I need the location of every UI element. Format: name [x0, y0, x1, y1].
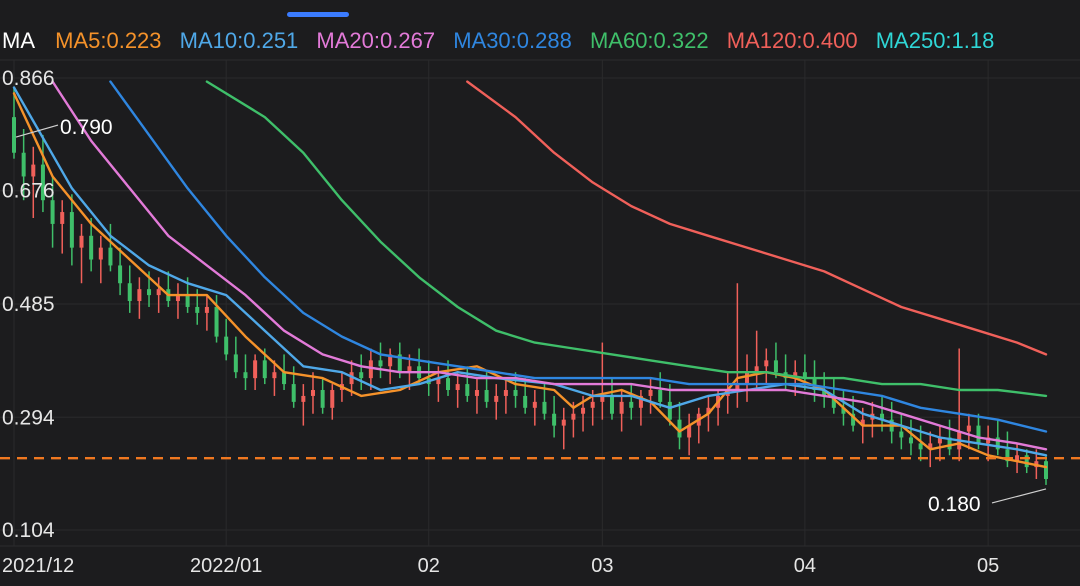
- candle-body: [474, 390, 479, 396]
- candle-body: [773, 360, 778, 373]
- candle-body: [465, 384, 470, 396]
- candle-body: [98, 247, 103, 260]
- candle-body: [532, 401, 537, 408]
- candle-body: [272, 372, 277, 379]
- candle-body: [291, 384, 296, 402]
- min-price-callout: 0.180: [928, 493, 981, 516]
- candle-body: [513, 390, 518, 396]
- price-chart[interactable]: 0.866 0.676 0.485 0.294 0.104 2021/12 2022/01…: [0, 0, 1080, 586]
- candle-body: [127, 283, 132, 302]
- candle-body: [609, 395, 614, 414]
- candle-body: [60, 212, 65, 224]
- candle-body: [156, 289, 161, 296]
- candle-body: [658, 390, 663, 402]
- candle-body: [378, 360, 383, 367]
- candle-body: [745, 372, 750, 385]
- candle-body: [243, 372, 248, 379]
- candle-body: [204, 306, 209, 313]
- candle-body: [446, 378, 451, 391]
- candle-body: [79, 235, 84, 248]
- ma30-line: [109, 80, 1048, 433]
- candle-body: [21, 152, 26, 177]
- candle-body: [108, 247, 113, 266]
- min-callout-leader: [991, 488, 1047, 504]
- candle-body: [368, 360, 373, 379]
- y-axis-labels: 0.866 0.676 0.485 0.294 0.104: [2, 67, 55, 542]
- candle-body: [455, 384, 460, 391]
- candle-body: [185, 295, 190, 307]
- candle-body: [764, 360, 769, 367]
- max-price-callout: 0.790: [60, 116, 113, 139]
- candle-body: [320, 390, 325, 408]
- candle-body: [619, 401, 624, 414]
- candle-body: [484, 390, 489, 402]
- x-tick-label: 03: [591, 555, 613, 577]
- candle-body: [262, 360, 267, 379]
- candle-body: [118, 265, 123, 284]
- candle-body: [282, 372, 287, 385]
- candle-body: [542, 401, 547, 414]
- candle-body: [147, 289, 152, 296]
- candle-body: [195, 306, 200, 313]
- candle-body: [648, 390, 653, 396]
- y-tick-label: 0.294: [2, 406, 55, 429]
- candle-body: [581, 407, 586, 414]
- candle-body: [571, 413, 576, 420]
- candle-body: [89, 235, 94, 260]
- x-tick-label: 04: [794, 555, 816, 577]
- ma20-line: [51, 80, 1048, 451]
- y-tick-label: 0.485: [2, 293, 55, 316]
- candle-body: [253, 360, 258, 379]
- candle-body: [233, 354, 238, 373]
- candle-body: [523, 395, 528, 408]
- candle-body: [1043, 461, 1049, 479]
- candle-body: [301, 395, 306, 402]
- candle-body: [137, 289, 142, 302]
- x-tick-label: 05: [977, 555, 999, 577]
- ma120-line: [466, 80, 1048, 356]
- candle-body: [908, 437, 913, 444]
- candle-body: [629, 401, 634, 408]
- x-tick-label: 02: [418, 555, 440, 577]
- candle-body: [552, 413, 557, 426]
- candle-body: [590, 401, 595, 408]
- candle-body: [50, 200, 55, 224]
- candle-body: [11, 117, 17, 153]
- candle-body: [69, 212, 74, 248]
- candle-body: [899, 431, 904, 438]
- chart-grid: [0, 59, 1080, 547]
- candle-body: [224, 336, 229, 355]
- y-tick-label: 0.866: [2, 67, 55, 90]
- price-callouts: 0.790 0.180: [15, 116, 1047, 516]
- candle-body: [503, 390, 508, 396]
- candle-body: [31, 164, 36, 177]
- candle-body: [561, 419, 566, 426]
- candle-body: [359, 372, 364, 379]
- x-axis-labels: 2021/12 2022/01 02 03 04 05: [2, 555, 999, 577]
- candle-body: [494, 395, 499, 402]
- y-tick-label: 0.676: [2, 180, 55, 203]
- y-tick-label: 0.104: [2, 519, 55, 542]
- candle-body: [667, 401, 672, 420]
- candle-body: [918, 443, 923, 450]
- candle-body: [330, 390, 335, 408]
- ma60-line: [205, 80, 1048, 398]
- candle-body: [966, 425, 971, 432]
- candle-body: [214, 306, 219, 337]
- candle-body: [310, 390, 315, 396]
- x-tick-label: 2022/01: [190, 555, 262, 577]
- candle-body: [976, 425, 981, 444]
- x-tick-label: 2021/12: [2, 555, 74, 577]
